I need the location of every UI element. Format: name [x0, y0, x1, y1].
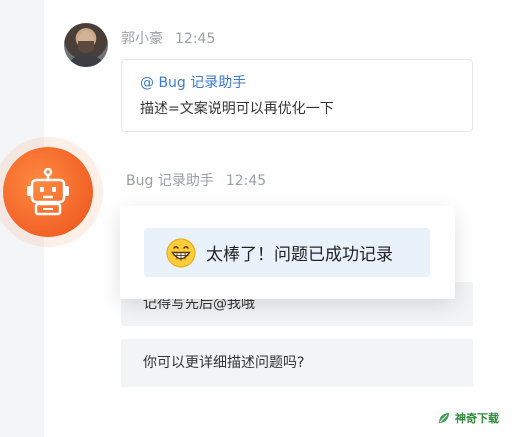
avatar-shirt [70, 55, 102, 67]
avatar-beard [78, 41, 94, 53]
message-time: 12:45 [175, 31, 216, 47]
mention-link[interactable]: @ Bug 记录助手 [140, 72, 454, 92]
list-item[interactable]: 你可以更详细描述问题吗? [121, 339, 473, 387]
list-item-text: 你可以更详细描述问题吗? [143, 355, 305, 371]
toast-message: 太棒了！问题已成功记录 [206, 245, 393, 265]
message-text: 描述=文案说明可以再优化一下 [140, 101, 334, 117]
message-meta-bot: Bug 记录助手 12:45 [126, 170, 266, 190]
user-avatar[interactable] [64, 23, 108, 67]
message-bubble: @ Bug 记录助手 描述=文案说明可以再优化一下 [121, 59, 473, 132]
robot-icon [27, 168, 69, 216]
watermark: 神奇下载 [437, 410, 499, 426]
sender-name: 郭小豪 [121, 31, 163, 47]
leaf-logo-icon [439, 413, 449, 423]
bot-name: Bug 记录助手 [126, 173, 214, 189]
bot-avatar[interactable] [3, 147, 93, 237]
success-toast: 太棒了！问题已成功记录 [144, 228, 430, 277]
grinning-face-icon [166, 238, 196, 267]
watermark-text: 神奇下载 [455, 412, 499, 425]
message-time: 12:45 [225, 173, 267, 189]
message-meta-user: 郭小豪 12:45 [121, 28, 215, 48]
